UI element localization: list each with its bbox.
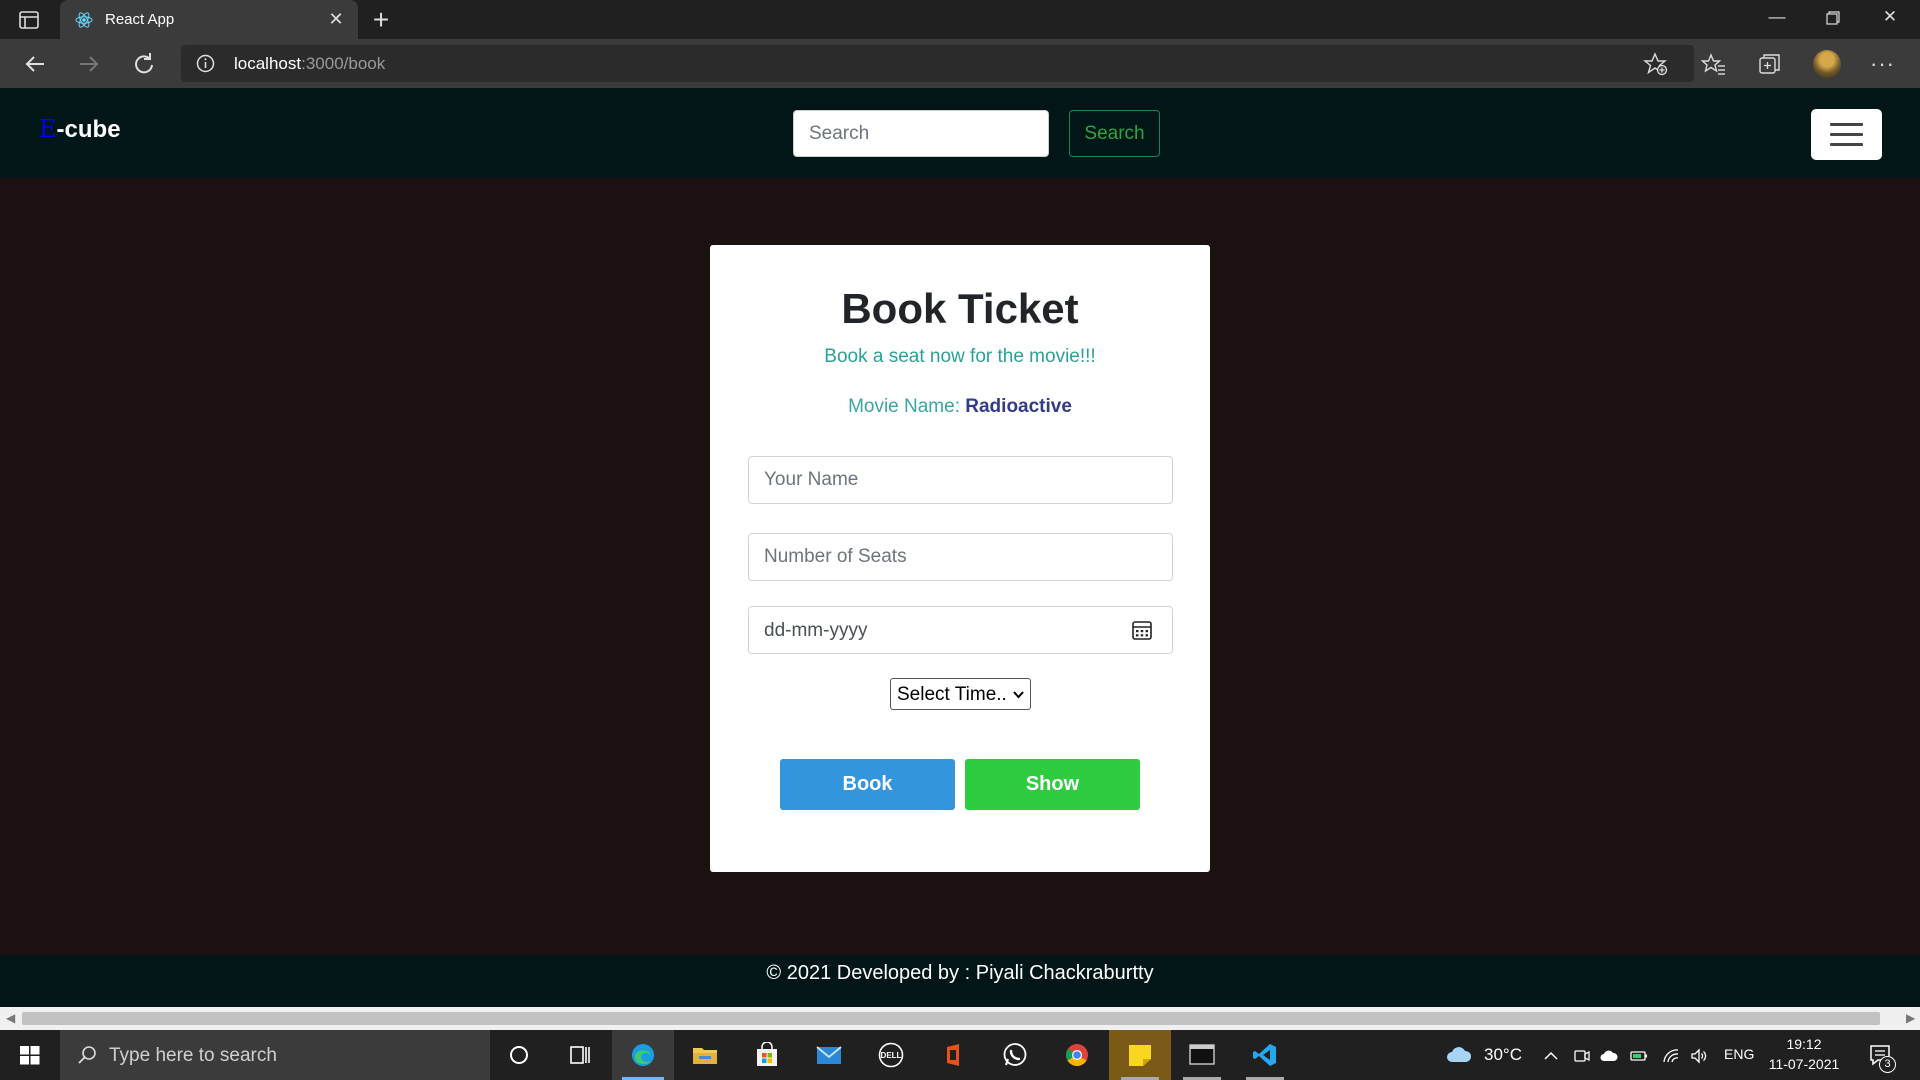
- scrollbar-thumb[interactable]: [22, 1012, 1880, 1025]
- brand-logo[interactable]: E-cube: [39, 115, 121, 144]
- edge-app-icon[interactable]: [612, 1030, 674, 1080]
- sticky-notes-icon[interactable]: [1109, 1030, 1171, 1080]
- office-icon[interactable]: [922, 1030, 984, 1080]
- collections-icon[interactable]: [1757, 51, 1783, 77]
- taskbar-search[interactable]: Type here to search: [60, 1030, 490, 1080]
- chrome-icon[interactable]: [1046, 1030, 1108, 1080]
- scroll-right-icon[interactable]: ▶: [1906, 1011, 1915, 1025]
- date-input[interactable]: dd-mm-yyyy: [748, 606, 1173, 654]
- time-select[interactable]: Select Time..: [890, 678, 1031, 710]
- meet-now-icon[interactable]: [1573, 1047, 1591, 1065]
- language-indicator[interactable]: ENG: [1724, 1046, 1754, 1062]
- browser-toolbar: localhost:3000/book ···: [0, 39, 1920, 88]
- chevron-up-icon[interactable]: [1542, 1047, 1560, 1065]
- footer: © 2021 Developed by : Piyali Chackraburt…: [0, 955, 1920, 1007]
- dell-icon[interactable]: DELL: [860, 1030, 922, 1080]
- search-icon: [78, 1046, 96, 1064]
- weather-cloud-icon[interactable]: [1445, 1045, 1473, 1065]
- page-title: Book Ticket: [841, 285, 1079, 332]
- close-window-icon[interactable]: ✕: [1870, 7, 1910, 31]
- refresh-icon[interactable]: [129, 50, 159, 78]
- favorites-icon[interactable]: [1701, 51, 1727, 77]
- footer-text: © 2021 Developed by : Piyali Chackraburt…: [766, 962, 1154, 984]
- browser-tab[interactable]: React App ✕: [60, 0, 358, 39]
- info-icon[interactable]: [196, 54, 215, 73]
- date-placeholder: dd-mm-yyyy: [764, 620, 868, 641]
- seats-input[interactable]: [748, 533, 1173, 581]
- plus-icon[interactable]: +: [368, 4, 394, 36]
- windows-taskbar: Type here to search DELL 30°C ENG 19:12 …: [0, 1030, 1920, 1080]
- svg-text:DELL: DELL: [881, 1051, 902, 1060]
- task-view-icon[interactable]: [549, 1030, 611, 1080]
- forward-icon[interactable]: [74, 50, 104, 78]
- tab-title: React App: [105, 11, 175, 28]
- weather-temperature[interactable]: 30°C: [1484, 1045, 1522, 1065]
- movie-name-line: Movie Name: Radioactive: [710, 396, 1210, 418]
- more-icon[interactable]: ···: [1870, 51, 1895, 77]
- hamburger-menu-button[interactable]: [1811, 109, 1882, 160]
- favorite-add-icon[interactable]: [1643, 51, 1669, 77]
- browser-tab-strip: React App ✕ + — ✕: [0, 0, 1920, 39]
- horizontal-scrollbar[interactable]: ◀ ▶: [0, 1007, 1920, 1030]
- minimize-icon[interactable]: —: [1757, 7, 1797, 31]
- cortana-icon[interactable]: [488, 1030, 550, 1080]
- show-button[interactable]: Show: [965, 759, 1140, 810]
- clock-date: 11-07-2021: [1768, 1056, 1840, 1072]
- chevron-down-icon: [1013, 691, 1024, 699]
- windows-start-icon[interactable]: [0, 1030, 60, 1080]
- volume-icon[interactable]: [1690, 1047, 1708, 1065]
- store-icon[interactable]: [736, 1030, 798, 1080]
- battery-icon[interactable]: [1630, 1047, 1648, 1065]
- book-button[interactable]: Book: [780, 759, 955, 810]
- movie-label: Movie Name:: [848, 396, 966, 417]
- sidebar-icon[interactable]: [18, 9, 40, 31]
- notification-badge: 3: [1879, 1056, 1896, 1073]
- clock-time: 19:12: [1786, 1036, 1822, 1052]
- time-select-value: Select Time..: [897, 684, 1007, 705]
- search-button[interactable]: Search: [1069, 110, 1160, 157]
- mail-icon[interactable]: [798, 1030, 860, 1080]
- subtitle: Book a seat now for the movie!!!: [824, 346, 1096, 367]
- search-input[interactable]: [793, 110, 1049, 157]
- close-icon[interactable]: ✕: [326, 9, 346, 30]
- onedrive-cloud-icon[interactable]: [1600, 1047, 1618, 1065]
- url-text: localhost:3000/book: [234, 54, 386, 73]
- react-favicon-icon: [75, 12, 93, 28]
- address-bar[interactable]: localhost:3000/book: [181, 45, 1694, 82]
- profile-avatar[interactable]: [1813, 50, 1841, 78]
- scroll-left-icon[interactable]: ◀: [6, 1011, 15, 1025]
- name-input[interactable]: [748, 456, 1173, 504]
- calendar-icon[interactable]: [1131, 619, 1153, 641]
- restore-icon[interactable]: [1813, 9, 1853, 29]
- back-icon[interactable]: [20, 50, 50, 78]
- file-explorer-icon[interactable]: [674, 1030, 736, 1080]
- movie-name: Radioactive: [965, 396, 1072, 417]
- terminal-icon[interactable]: [1171, 1030, 1233, 1080]
- taskbar-search-placeholder: Type here to search: [109, 1045, 277, 1066]
- whatsapp-icon[interactable]: [984, 1030, 1046, 1080]
- app-navbar: E-cube Search: [0, 88, 1920, 178]
- clock[interactable]: 19:12 11-07-2021: [1764, 1034, 1844, 1076]
- booking-card: Book Ticket Book a seat now for the movi…: [710, 245, 1210, 872]
- wifi-icon[interactable]: [1662, 1047, 1680, 1065]
- vscode-icon[interactable]: [1234, 1030, 1296, 1080]
